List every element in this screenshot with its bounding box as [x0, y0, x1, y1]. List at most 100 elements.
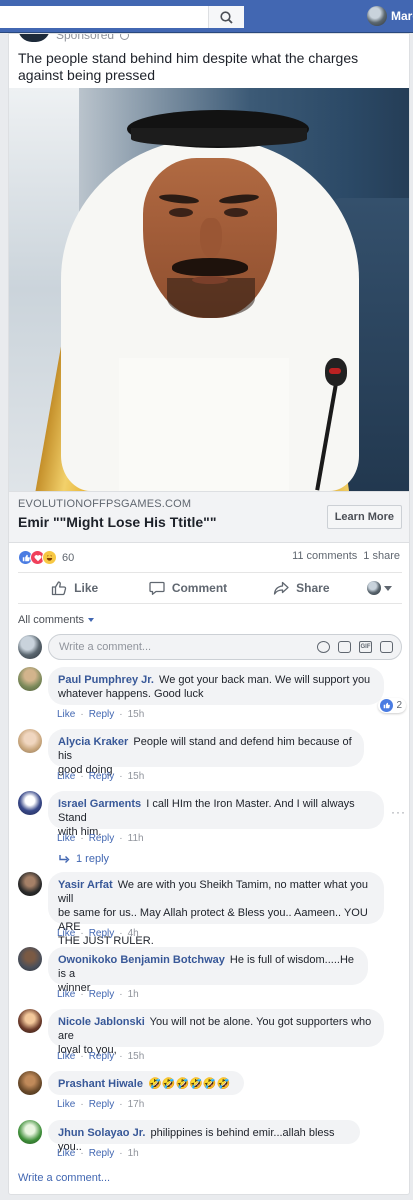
separator: · — [119, 1148, 123, 1159]
comment-bubble: Israel Garments I call HIm the Iron Mast… — [48, 791, 384, 838]
page-avatar[interactable] — [18, 34, 50, 42]
comment-timestamp[interactable]: 15h — [128, 709, 145, 720]
comment-reply-link[interactable]: Reply — [89, 709, 115, 720]
profile-link[interactable]: Marc — [367, 6, 413, 26]
comment-author[interactable]: Prashant Hiwale — [58, 1078, 143, 1090]
reaction-count: 60 — [62, 551, 75, 564]
comment-timestamp[interactable]: 1h — [128, 989, 139, 1000]
comment-reply-link[interactable]: Reply — [89, 1051, 115, 1062]
view-replies-link[interactable]: 1 reply — [59, 853, 109, 865]
gif-icon[interactable]: GIF — [359, 640, 372, 653]
sponsored-label[interactable]: Sponsored — [56, 34, 114, 42]
separator: · — [80, 1099, 84, 1110]
comment-reply-link[interactable]: Reply — [89, 1099, 115, 1110]
avatar[interactable] — [18, 1009, 42, 1033]
comment-timestamp[interactable]: 15h — [128, 771, 145, 782]
comment-timestamp[interactable]: 11h — [128, 833, 144, 844]
search-button[interactable] — [208, 6, 244, 28]
comment-reply-link[interactable]: Reply — [89, 771, 115, 782]
comment-reply-link[interactable]: Reply — [89, 928, 115, 939]
comment-text: 🤣🤣🤣🤣🤣🤣 — [148, 1078, 231, 1090]
user-name: Marc — [391, 9, 413, 23]
comment-filter-dropdown[interactable]: All comments — [18, 614, 95, 626]
comment-bubble: Jhun Solayao Jr. philippines is behind e… — [48, 1120, 360, 1153]
comment-timestamp[interactable]: 17h — [128, 1099, 145, 1110]
haha-reaction-icon — [42, 550, 57, 565]
avatar[interactable] — [18, 729, 42, 753]
comment-actions: Like · Reply · 17h — [57, 1099, 144, 1110]
comment-like-link[interactable]: Like — [57, 1051, 75, 1062]
comment-button[interactable]: Comment — [131, 580, 244, 596]
comment-bubble: Owonikoko Benjamin Botchway He is full o… — [48, 947, 368, 994]
comment-author[interactable]: Jhun Solayao Jr. — [58, 1127, 145, 1139]
link-preview[interactable]: EVOLUTIONOFFPSGAMES.COM Emir ""Might Los… — [9, 491, 409, 543]
more-options-icon[interactable]: ··· — [391, 805, 406, 819]
comment-actions: Like · Reply · 15h — [57, 1051, 144, 1062]
comment-like-link[interactable]: Like — [57, 928, 75, 939]
comment-author[interactable]: Israel Garments — [58, 798, 141, 810]
image-mustache — [172, 258, 248, 276]
avatar[interactable] — [18, 667, 42, 691]
comment-like-link[interactable]: Like — [57, 771, 75, 782]
reactions-summary[interactable]: 60 — [18, 550, 74, 565]
comment-timestamp[interactable]: 15h — [128, 1051, 145, 1062]
shares-count-link[interactable]: 1 share — [363, 550, 400, 562]
chevron-down-icon — [384, 585, 393, 591]
emoji-icon[interactable] — [317, 640, 330, 653]
comment-reply-link[interactable]: Reply — [89, 1148, 115, 1159]
comment-like-link[interactable]: Like — [57, 833, 75, 844]
like-label: Like — [74, 581, 99, 595]
post-image[interactable] — [9, 88, 409, 491]
replies-count: 1 reply — [76, 853, 110, 865]
comment-icon — [149, 581, 165, 595]
comments-count-link[interactable]: 11 comments — [292, 550, 357, 562]
comment-like-link[interactable]: Like — [57, 1148, 75, 1159]
separator: · — [80, 989, 84, 1000]
sticker-icon[interactable] — [380, 640, 393, 653]
avatar[interactable] — [18, 1120, 42, 1144]
comment-bubble: Paul Pumphrey Jr. We got your back man. … — [48, 667, 384, 705]
separator: · — [119, 1051, 123, 1062]
image-agal-lower — [131, 128, 307, 146]
comment-reply-link[interactable]: Reply — [89, 989, 115, 1000]
comment-author[interactable]: Alycia Kraker — [58, 736, 128, 748]
comment-like-link[interactable]: Like — [57, 989, 75, 1000]
composer-tools: GIF — [317, 640, 401, 653]
image-microphone-ring — [329, 368, 341, 374]
avatar[interactable] — [18, 1071, 42, 1095]
comment-author[interactable]: Owonikoko Benjamin Botchway — [58, 954, 225, 966]
image-lips — [192, 276, 228, 284]
comment-like-badge[interactable]: 2 — [378, 698, 406, 713]
avatar[interactable] — [18, 872, 42, 896]
share-button[interactable]: Share — [245, 580, 358, 596]
comment-author[interactable]: Yasir Arfat — [58, 879, 113, 891]
comment-filter-label: All comments — [18, 614, 85, 626]
separator: · — [80, 709, 84, 720]
comment-like-link[interactable]: Like — [57, 709, 75, 720]
comment-like-link[interactable]: Like — [57, 1099, 75, 1110]
comment-input[interactable]: Write a comment... GIF — [48, 633, 402, 660]
comment-timestamp[interactable]: 4h — [128, 928, 139, 939]
search-input[interactable] — [0, 6, 244, 28]
comment-author[interactable]: Nicole Jablonski — [58, 1016, 145, 1028]
avatar[interactable] — [18, 791, 42, 815]
comment-reply-link[interactable]: Reply — [89, 833, 115, 844]
comment-bubble: Nicole Jablonski You will not be alone. … — [48, 1009, 384, 1056]
separator: · — [119, 989, 123, 1000]
separator: · — [80, 1051, 84, 1062]
comment-timestamp[interactable]: 1h — [128, 1148, 139, 1159]
camera-icon[interactable] — [338, 640, 351, 653]
learn-more-button[interactable]: Learn More — [326, 505, 402, 529]
like-button[interactable]: Like — [18, 580, 131, 596]
avatar[interactable] — [18, 947, 42, 971]
write-comment-link[interactable]: Write a comment... — [18, 1172, 110, 1184]
comment-author[interactable]: Paul Pumphrey Jr. — [58, 674, 154, 686]
separator: · — [119, 771, 123, 782]
link-title[interactable]: Emir ""Might Lose His Ttitle"" — [18, 514, 216, 530]
share-arrow-icon — [273, 581, 289, 595]
search-icon — [220, 10, 233, 24]
audience-selector[interactable] — [358, 581, 402, 595]
post-card: Sponsored The people stand behind him de… — [8, 33, 410, 1195]
comment-actions: Like · Reply · 11h — [57, 833, 144, 844]
link-domain: EVOLUTIONOFFPSGAMES.COM — [18, 498, 192, 510]
